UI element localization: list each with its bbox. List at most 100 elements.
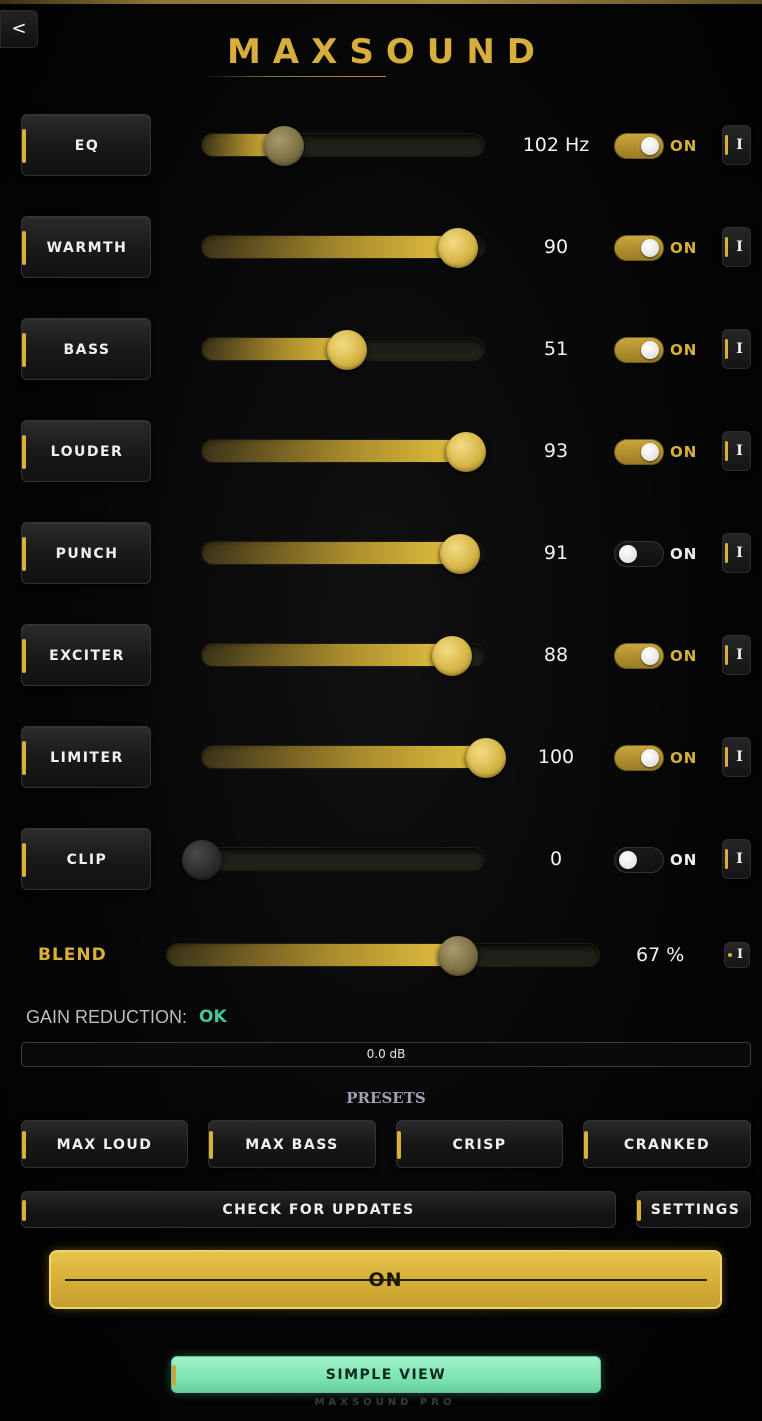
bass-slider[interactable] [201, 330, 485, 370]
warmth-button[interactable]: WARMTH [21, 216, 151, 278]
louder-label: LOUDER [50, 444, 124, 460]
power-button[interactable]: ON [49, 1250, 722, 1309]
toggle-knob [641, 137, 659, 155]
toggle-knob [641, 239, 659, 257]
exciter-slider-fill [202, 644, 452, 666]
toggle-knob [641, 443, 659, 461]
bass-slider-fill [202, 338, 347, 360]
warmth-label: WARMTH [46, 240, 128, 256]
louder-button[interactable]: LOUDER [21, 420, 151, 482]
exciter-slider[interactable] [201, 636, 485, 676]
bass-button[interactable]: BASS [21, 318, 151, 380]
eq-toggle[interactable] [614, 133, 664, 159]
warmth-toggle[interactable] [614, 235, 664, 261]
clip-label: CLIP [66, 852, 108, 868]
preset-cranked-button[interactable]: CRANKED [583, 1120, 751, 1168]
punch-slider-fill [202, 542, 461, 564]
eq-slider-knob[interactable] [264, 126, 305, 166]
limiter-slider-knob[interactable] [466, 738, 506, 778]
exciter-value: 88 [543, 644, 569, 666]
blend-slider-fill [167, 944, 458, 966]
settings-button[interactable]: SETTINGS [636, 1191, 751, 1228]
warmth-toggle-label: ON [670, 239, 698, 257]
blend-info-button[interactable]: I [724, 942, 750, 968]
info-icon: I [736, 137, 743, 153]
toggle-knob [619, 851, 637, 869]
gain-reduction-meter: 0.0 dB [21, 1042, 751, 1067]
limiter-value: 100 [537, 746, 575, 768]
info-icon: I [736, 947, 744, 962]
bass-value: 51 [543, 338, 569, 360]
toggle-knob [641, 647, 659, 665]
simple-view-button[interactable]: SIMPLE VIEW [171, 1356, 601, 1393]
preset-max-loud-button[interactable]: MAX LOUD [21, 1120, 188, 1168]
louder-toggle[interactable] [614, 439, 664, 465]
exciter-button[interactable]: EXCITER [21, 624, 151, 686]
warmth-slider[interactable] [201, 228, 485, 268]
exciter-toggle[interactable] [614, 643, 664, 669]
exciter-toggle-label: ON [670, 647, 698, 665]
eq-slider[interactable] [201, 126, 485, 166]
limiter-slider-fill [202, 746, 486, 768]
bass-slider-knob[interactable] [326, 330, 367, 370]
blend-row: BLEND 67 % I [0, 930, 762, 980]
bass-label: BASS [63, 342, 111, 358]
punch-slider[interactable] [201, 534, 485, 574]
toggle-knob [641, 749, 659, 767]
limiter-button[interactable]: LIMITER [21, 726, 151, 788]
bass-info-button[interactable]: I [722, 329, 751, 369]
info-icon: I [736, 443, 743, 459]
punch-slider-knob[interactable] [440, 534, 481, 574]
limiter-slider[interactable] [201, 738, 506, 778]
preset-max-bass-button[interactable]: MAX BASS [208, 1120, 376, 1168]
punch-info-button[interactable]: I [722, 533, 751, 573]
gain-reduction-label: GAIN REDUCTION: [26, 1007, 188, 1027]
limiter-toggle[interactable] [614, 745, 664, 771]
info-icon: I [736, 749, 743, 765]
control-row-eq: EQ 102 Hz ON I [0, 114, 762, 176]
preset-label: CRANKED [623, 1137, 711, 1153]
clip-toggle[interactable] [614, 847, 664, 873]
blend-slider[interactable] [166, 936, 600, 976]
control-row-clip: CLIP 0 ON I [0, 828, 762, 890]
clip-button[interactable]: CLIP [21, 828, 151, 890]
warmth-slider-fill [202, 236, 458, 258]
louder-slider-knob[interactable] [446, 432, 487, 472]
punch-button[interactable]: PUNCH [21, 522, 151, 584]
info-icon: I [736, 545, 743, 561]
punch-toggle[interactable] [614, 541, 664, 567]
clip-info-button[interactable]: I [722, 839, 751, 879]
presets-title: PRESETS [346, 1089, 426, 1107]
blend-slider-knob[interactable] [437, 936, 478, 976]
eq-button[interactable]: EQ [21, 114, 151, 176]
control-row-louder: LOUDER 93 ON I [0, 420, 762, 482]
check-updates-label: CHECK FOR UPDATES [222, 1202, 415, 1218]
control-row-exciter: EXCITER 88 ON I [0, 624, 762, 686]
clip-toggle-label: ON [670, 851, 698, 869]
exciter-label: EXCITER [49, 648, 125, 664]
preset-crisp-button[interactable]: CRISP [396, 1120, 563, 1168]
eq-info-button[interactable]: I [722, 125, 751, 165]
eq-label: EQ [74, 138, 100, 154]
louder-value: 93 [543, 440, 569, 462]
louder-info-button[interactable]: I [722, 431, 751, 471]
footer-brand: MAXSOUND PRO [314, 1397, 456, 1408]
louder-slider[interactable] [201, 432, 487, 472]
eq-toggle-label: ON [670, 137, 698, 155]
exciter-slider-knob[interactable] [431, 636, 472, 676]
limiter-info-button[interactable]: I [722, 737, 751, 777]
louder-slider-fill [202, 440, 467, 462]
warmth-slider-knob[interactable] [437, 228, 478, 268]
simple-view-label: SIMPLE VIEW [325, 1367, 447, 1383]
eq-value: 102 Hz [522, 134, 590, 156]
bass-toggle[interactable] [614, 337, 664, 363]
info-icon: I [736, 647, 743, 663]
clip-slider-knob[interactable] [182, 840, 222, 880]
check-updates-button[interactable]: CHECK FOR UPDATES [21, 1191, 616, 1228]
exciter-info-button[interactable]: I [722, 635, 751, 675]
gain-reduction-value: 0.0 dB [366, 1047, 406, 1061]
bass-toggle-label: ON [670, 341, 698, 359]
warmth-info-button[interactable]: I [722, 227, 751, 267]
app-title: MAXSOUND [226, 32, 548, 72]
clip-slider[interactable] [182, 840, 485, 880]
